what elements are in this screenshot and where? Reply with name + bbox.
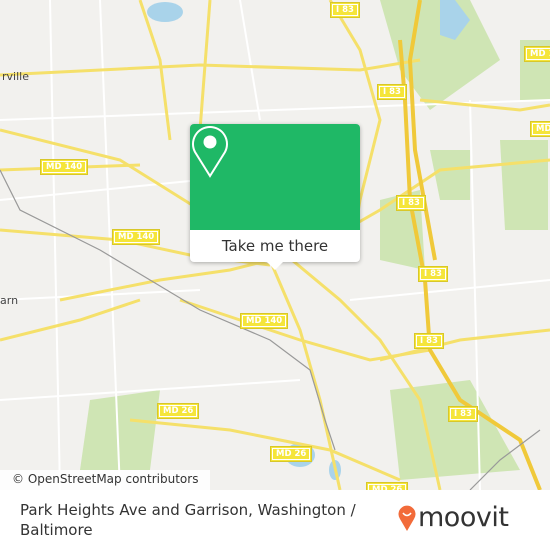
highway-shield: I 83	[418, 266, 448, 282]
highway-shield: I 83	[377, 84, 407, 100]
logo-text: moovit	[418, 502, 509, 533]
highway-shield: MD 26	[366, 482, 409, 490]
highway-shield: MD 140	[112, 229, 161, 245]
highway-shield: I 83	[414, 333, 444, 349]
map[interactable]: rville arn I 83 I 83 I 83 I 83 I 83 I 83…	[0, 0, 550, 490]
highway-shield: MD	[530, 121, 550, 137]
moovit-logo: moovit	[398, 502, 509, 533]
highway-shield: MD 26	[270, 446, 313, 462]
location-title: Park Heights Ave and Garrison, Washingto…	[20, 501, 356, 539]
footer: Park Heights Ave and Garrison, Washingto…	[0, 490, 550, 550]
highway-shield: MD 1	[524, 46, 550, 62]
take-me-there-button[interactable]: Take me there	[190, 230, 360, 262]
map-attribution[interactable]: © OpenStreetMap contributors	[0, 470, 211, 490]
popup-header	[190, 124, 360, 230]
highway-shield: MD 140	[40, 159, 89, 175]
highway-shield: I 83	[396, 195, 426, 211]
highway-shield: I 83	[330, 2, 360, 18]
highway-shield: MD 26	[157, 403, 200, 419]
place-label: rville	[2, 70, 29, 83]
place-label: arn	[0, 294, 19, 307]
highway-shield: I 83	[448, 406, 478, 422]
destination-popup: Take me there	[190, 124, 360, 270]
moovit-pin-icon	[398, 505, 416, 531]
highway-shield: MD 140	[240, 313, 289, 329]
map-pin-icon	[192, 126, 228, 178]
popup-pointer	[267, 262, 283, 270]
